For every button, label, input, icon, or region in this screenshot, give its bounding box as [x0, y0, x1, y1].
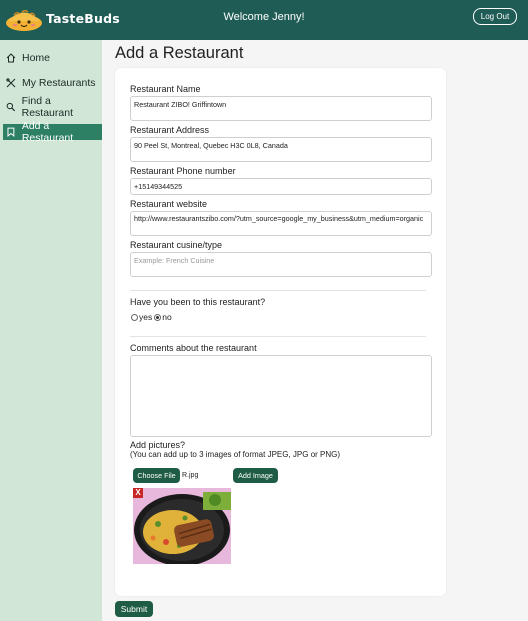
restaurant-website-label: Restaurant website [130, 199, 208, 209]
divider [130, 290, 426, 291]
remove-image-button[interactable]: X [133, 488, 143, 498]
search-icon [6, 102, 16, 112]
utensils-icon [6, 78, 16, 88]
comments-textarea[interactable] [130, 355, 432, 437]
visited-yes-radio[interactable] [131, 313, 138, 321]
page-title: Add a Restaurant [115, 44, 244, 62]
submit-button[interactable]: Submit [115, 601, 153, 617]
restaurant-name-input[interactable]: Restaurant ZIBO! Griffintown [130, 96, 432, 121]
pictures-label: Add pictures? [130, 440, 186, 450]
bookmark-icon [7, 127, 15, 137]
top-bar: TasteBuds Welcome Jenny! Log Out [0, 0, 528, 40]
visited-no-label[interactable]: no [162, 312, 171, 322]
logout-button[interactable]: Log Out [473, 8, 517, 25]
visited-radio-group: yes no [131, 312, 172, 322]
restaurant-name-label: Restaurant Name [130, 84, 201, 94]
sidebar-item-label: My Restaurants [22, 77, 96, 89]
visited-question: Have you been to this restaurant? [130, 297, 266, 307]
restaurant-website-input[interactable]: http://www.restaurantszibo.com/?utm_sour… [130, 211, 432, 236]
home-icon [6, 53, 16, 63]
restaurant-address-input[interactable]: 90 Peel St, Montreal, Quebec H3C 0L8, Ca… [130, 137, 432, 162]
restaurant-cuisine-label: Restaurant cusine/type [130, 240, 223, 250]
food-plate-image [133, 488, 231, 564]
sidebar-item-my-restaurants[interactable]: My Restaurants [3, 75, 102, 91]
choose-file-button[interactable]: Choose File [133, 468, 180, 483]
chosen-file-name: R.jpg [182, 472, 199, 479]
uploaded-image-thumbnail [133, 488, 231, 564]
visited-yes-label[interactable]: yes [139, 312, 152, 322]
restaurant-phone-label: Restaurant Phone number [130, 166, 236, 176]
welcome-message: Welcome Jenny! [223, 11, 305, 23]
comments-label: Comments about the restaurant [130, 343, 257, 353]
sidebar-item-add-restaurant[interactable]: Add a Restaurant [3, 120, 102, 144]
visited-no-radio[interactable] [154, 313, 162, 321]
divider [130, 336, 426, 337]
restaurant-address-label: Restaurant Address [130, 125, 210, 135]
sidebar-item-label: Home [22, 52, 51, 64]
sidebar-item-find-restaurant[interactable]: Find a Restaurant [3, 95, 102, 119]
sidebar-item-label: Find a Restaurant [21, 95, 73, 119]
sidebar-item-label: Add a Restaurant [21, 120, 74, 144]
sidebar-item-home[interactable]: Home [3, 50, 102, 66]
restaurant-cuisine-input[interactable]: Example: French Cuisine [130, 252, 432, 277]
add-image-button[interactable]: Add Image [233, 468, 278, 483]
pictures-hint: (You can add up to 3 images of format JP… [130, 450, 341, 459]
restaurant-phone-input[interactable]: +15149344525 [130, 178, 432, 195]
